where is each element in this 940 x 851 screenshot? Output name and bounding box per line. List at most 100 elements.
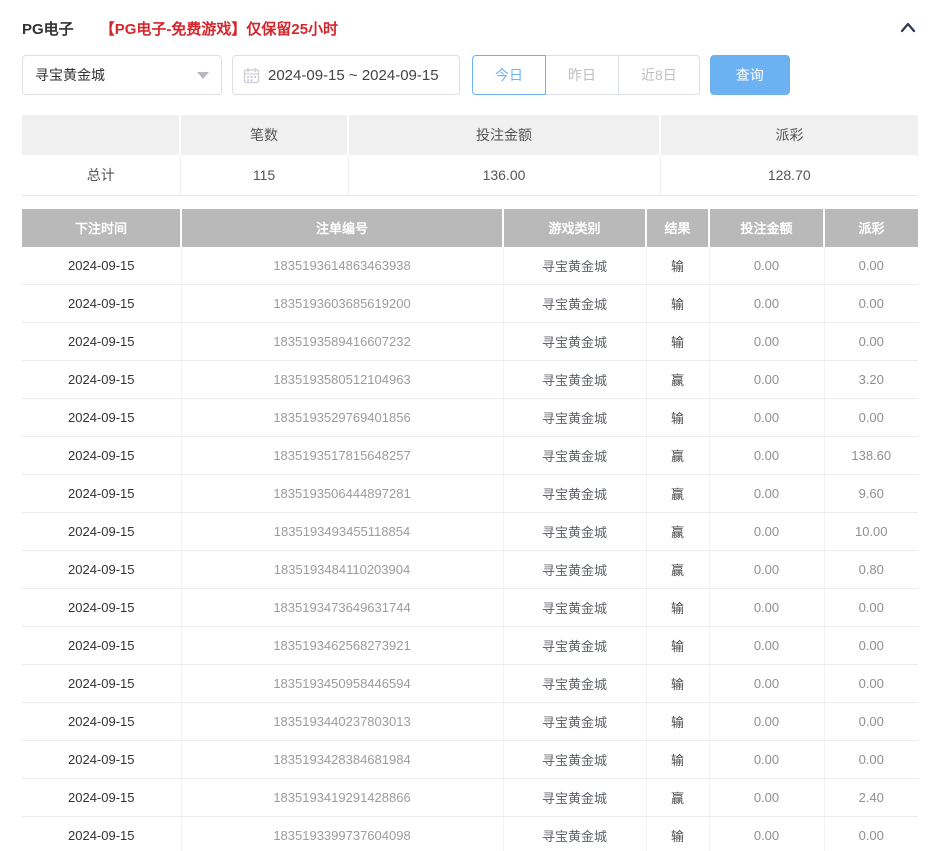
yesterday-button[interactable]: 昨日 <box>545 55 619 95</box>
calendar-icon <box>243 67 260 84</box>
result-cell: 输 <box>646 247 709 285</box>
pg-records-panel: PG电子 【PG电子-免费游戏】仅保留25小时 寻宝黄金城 <box>0 0 940 851</box>
result-cell: 输 <box>646 741 709 779</box>
result-cell: 输 <box>646 399 709 437</box>
bet-time-cell: 2024-09-15 <box>22 627 181 665</box>
result-cell: 输 <box>646 627 709 665</box>
bet-time-cell: 2024-09-15 <box>22 437 181 475</box>
game-type-cell: 寻宝黄金城 <box>503 399 646 437</box>
game-type-cell: 寻宝黄金城 <box>503 475 646 513</box>
game-type-cell: 寻宝黄金城 <box>503 513 646 551</box>
bet-amount-cell: 0.00 <box>709 551 824 589</box>
game-type-cell: 寻宝黄金城 <box>503 741 646 779</box>
date-range-input[interactable]: 2024-09-15 ~ 2024-09-15 <box>232 55 460 95</box>
game-select-value: 寻宝黄金城 <box>35 65 105 85</box>
table-row: 2024-09-151835193614863463938寻宝黄金城输0.000… <box>22 247 918 285</box>
table-row: 2024-09-151835193484110203904寻宝黄金城赢0.000… <box>22 551 918 589</box>
game-type-cell: 寻宝黄金城 <box>503 361 646 399</box>
bet-time-cell: 2024-09-15 <box>22 551 181 589</box>
summary-table: 笔数 投注金额 派彩 总计 115 136.00 128.70 <box>22 115 918 196</box>
game-type-cell: 寻宝黄金城 <box>503 285 646 323</box>
game-type-cell: 寻宝黄金城 <box>503 589 646 627</box>
bet-amount-cell: 0.00 <box>709 437 824 475</box>
table-row: 2024-09-151835193399737604098寻宝黄金城输0.000… <box>22 817 918 851</box>
bet-amount-cell: 0.00 <box>709 665 824 703</box>
bet-id-cell: 1835193473649631744 <box>181 589 503 627</box>
summary-header-bet-amount: 投注金额 <box>348 115 660 155</box>
bet-id-cell: 1835193419291428866 <box>181 779 503 817</box>
bet-id-cell: 1835193440237803013 <box>181 703 503 741</box>
bet-time-cell: 2024-09-15 <box>22 779 181 817</box>
summary-header-blank <box>22 115 180 155</box>
game-type-cell: 寻宝黄金城 <box>503 323 646 361</box>
game-type-cell: 寻宝黄金城 <box>503 437 646 475</box>
bet-amount-cell: 0.00 <box>709 475 824 513</box>
bet-amount-cell: 0.00 <box>709 741 824 779</box>
game-select[interactable]: 寻宝黄金城 <box>22 55 222 95</box>
records-table: 下注时间注单编号游戏类别结果投注金额派彩 2024-09-15183519361… <box>22 209 918 851</box>
payout-cell: 0.00 <box>824 817 918 851</box>
bet-time-cell: 2024-09-15 <box>22 817 181 851</box>
table-row: 2024-09-151835193450958446594寻宝黄金城输0.000… <box>22 665 918 703</box>
column-header-result: 结果 <box>646 209 709 247</box>
bet-id-cell: 1835193589416607232 <box>181 323 503 361</box>
payout-cell: 0.00 <box>824 323 918 361</box>
game-type-cell: 寻宝黄金城 <box>503 551 646 589</box>
bet-time-cell: 2024-09-15 <box>22 285 181 323</box>
table-row: 2024-09-151835193517815648257寻宝黄金城赢0.001… <box>22 437 918 475</box>
result-cell: 赢 <box>646 361 709 399</box>
bet-time-cell: 2024-09-15 <box>22 665 181 703</box>
quick-date-button-group: 今日 昨日 近8日 <box>472 55 700 95</box>
payout-cell: 138.60 <box>824 437 918 475</box>
payout-cell: 0.00 <box>824 703 918 741</box>
bet-amount-cell: 0.00 <box>709 513 824 551</box>
records-table-body: 2024-09-151835193614863463938寻宝黄金城输0.000… <box>22 247 918 851</box>
collapse-button[interactable] <box>898 18 918 38</box>
result-cell: 赢 <box>646 475 709 513</box>
result-cell: 输 <box>646 665 709 703</box>
today-button[interactable]: 今日 <box>472 55 546 95</box>
payout-cell: 10.00 <box>824 513 918 551</box>
payout-cell: 0.00 <box>824 399 918 437</box>
bet-amount-cell: 0.00 <box>709 247 824 285</box>
bet-id-cell: 1835193614863463938 <box>181 247 503 285</box>
table-row: 2024-09-151835193419291428866寻宝黄金城赢0.002… <box>22 779 918 817</box>
bet-amount-cell: 0.00 <box>709 399 824 437</box>
table-row: 2024-09-151835193462568273921寻宝黄金城输0.000… <box>22 627 918 665</box>
table-row: 2024-09-151835193428384681984寻宝黄金城输0.000… <box>22 741 918 779</box>
bet-amount-cell: 0.00 <box>709 779 824 817</box>
result-cell: 输 <box>646 285 709 323</box>
payout-cell: 0.00 <box>824 665 918 703</box>
result-cell: 赢 <box>646 513 709 551</box>
result-cell: 输 <box>646 323 709 361</box>
bet-id-cell: 1835193506444897281 <box>181 475 503 513</box>
bet-time-cell: 2024-09-15 <box>22 323 181 361</box>
column-header-bet-amount: 投注金额 <box>709 209 824 247</box>
bet-id-cell: 1835193450958446594 <box>181 665 503 703</box>
game-type-cell: 寻宝黄金城 <box>503 817 646 851</box>
bet-time-cell: 2024-09-15 <box>22 361 181 399</box>
result-cell: 输 <box>646 703 709 741</box>
payout-cell: 0.00 <box>824 285 918 323</box>
bet-amount-cell: 0.00 <box>709 817 824 851</box>
summary-total-payout: 128.70 <box>660 155 918 195</box>
game-type-cell: 寻宝黄金城 <box>503 627 646 665</box>
payout-cell: 9.60 <box>824 475 918 513</box>
last-8-days-button[interactable]: 近8日 <box>618 55 700 95</box>
bet-id-cell: 1835193529769401856 <box>181 399 503 437</box>
bet-id-cell: 1835193517815648257 <box>181 437 503 475</box>
summary-header-row: 笔数 投注金额 派彩 <box>22 115 918 155</box>
bet-amount-cell: 0.00 <box>709 361 824 399</box>
table-row: 2024-09-151835193506444897281寻宝黄金城赢0.009… <box>22 475 918 513</box>
summary-total-label: 总计 <box>22 155 180 195</box>
search-button[interactable]: 查询 <box>710 55 790 95</box>
column-header-bet-id: 注单编号 <box>181 209 503 247</box>
payout-cell: 0.00 <box>824 741 918 779</box>
result-cell: 赢 <box>646 779 709 817</box>
result-cell: 输 <box>646 589 709 627</box>
bet-amount-cell: 0.00 <box>709 589 824 627</box>
table-row: 2024-09-151835193440237803013寻宝黄金城输0.000… <box>22 703 918 741</box>
bet-time-cell: 2024-09-15 <box>22 513 181 551</box>
table-row: 2024-09-151835193603685619200寻宝黄金城输0.000… <box>22 285 918 323</box>
bet-id-cell: 1835193399737604098 <box>181 817 503 851</box>
